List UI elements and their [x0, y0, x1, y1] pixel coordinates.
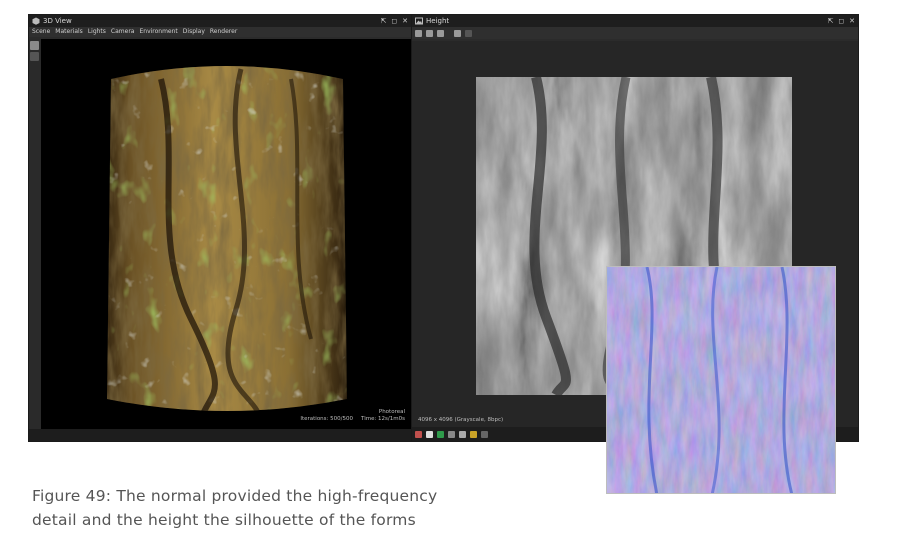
checker-icon[interactable]	[470, 430, 477, 438]
viewport-side-toolbar	[29, 39, 41, 429]
normal-map-image	[606, 266, 836, 494]
3d-view-statusbar	[29, 429, 411, 441]
pin-icon[interactable]: ⇱	[827, 15, 833, 27]
save-icon[interactable]	[415, 29, 422, 37]
settings-icon[interactable]	[454, 29, 461, 37]
pin-icon[interactable]: ⇱	[380, 15, 386, 27]
caption-line-1: Figure 49: The normal provided the high-…	[32, 487, 438, 505]
menu-camera[interactable]: Camera	[111, 27, 135, 37]
grid-icon[interactable]	[448, 430, 455, 438]
image-info-label: 4096 x 4096 (Grayscale, 8bpc)	[418, 417, 504, 423]
copy-icon[interactable]	[426, 29, 433, 37]
export-icon[interactable]	[437, 29, 444, 37]
color-swatch-icon[interactable]	[415, 430, 422, 438]
3d-viewport[interactable]: Photoreal Iterations: 500/500 Time: 12s/…	[41, 39, 411, 429]
cube-icon	[32, 17, 40, 25]
tiling-icon[interactable]	[459, 430, 466, 438]
maximize-icon[interactable]: ◻	[838, 15, 844, 27]
image-icon	[415, 17, 423, 25]
close-icon[interactable]: ✕	[402, 15, 408, 27]
caption-line-2: detail and the height the silhouette of …	[32, 511, 416, 529]
channel-icon[interactable]	[465, 29, 472, 37]
render-stats: Photoreal Iterations: 500/500 Time: 12s/…	[300, 409, 405, 423]
rotate-tool-icon[interactable]	[30, 52, 39, 61]
3d-view-panel: 3D View ⇱ ◻ ✕ Scene Materials Lights Cam…	[28, 14, 412, 442]
height-titlebar: Height ⇱ ◻ ✕	[412, 15, 858, 27]
menu-lights[interactable]: Lights	[88, 27, 106, 37]
info-icon[interactable]	[481, 430, 488, 438]
normal-map-graphic	[607, 267, 835, 493]
select-tool-icon[interactable]	[30, 41, 39, 50]
3d-view-titlebar: 3D View ⇱ ◻ ✕	[29, 15, 411, 27]
rgb-icon[interactable]	[426, 430, 433, 438]
menu-environment[interactable]: Environment	[139, 27, 177, 37]
panel-title: Height	[426, 17, 450, 25]
menu-materials[interactable]: Materials	[55, 27, 83, 37]
menu-display[interactable]: Display	[183, 27, 205, 37]
green-channel-icon[interactable]	[437, 430, 444, 438]
3d-view-menubar: Scene Materials Lights Camera Environmen…	[29, 27, 411, 37]
time-label: Time: 12s/1m0s	[361, 416, 405, 422]
menu-scene[interactable]: Scene	[32, 27, 50, 37]
figure-caption: Figure 49: The normal provided the high-…	[32, 484, 592, 532]
height-toolbar	[412, 27, 858, 39]
render-mode-label: Photoreal	[378, 409, 405, 415]
close-icon[interactable]: ✕	[849, 15, 855, 27]
panel-title: 3D View	[43, 17, 72, 25]
menu-renderer[interactable]: Renderer	[210, 27, 237, 37]
iterations-label: Iterations: 500/500	[300, 416, 353, 422]
bark-cylinder-render	[107, 66, 347, 411]
maximize-icon[interactable]: ◻	[391, 15, 397, 27]
